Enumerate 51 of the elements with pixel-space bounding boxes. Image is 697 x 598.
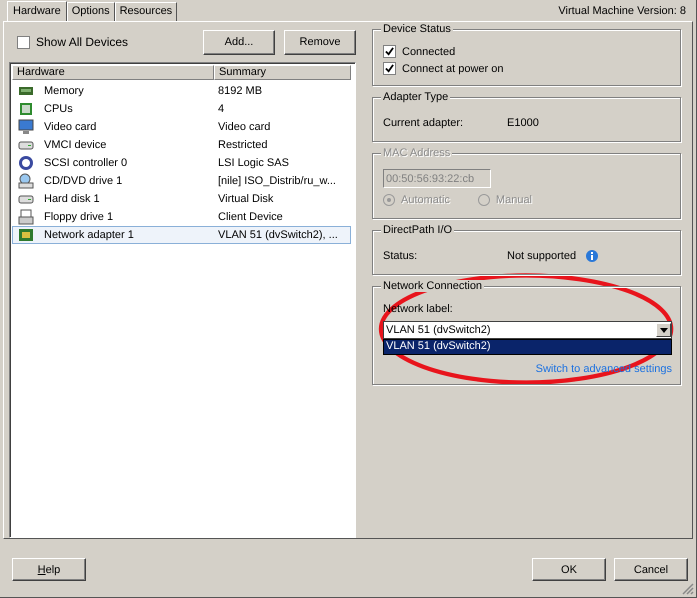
table-cell: SCSI controller 0 [44,157,128,169]
dialog-button[interactable]: OK [532,558,606,581]
table-cell-text: Virtual Disk [218,193,274,205]
network-card-icon [18,227,34,243]
table-cell-text: VLAN 51 (dvSwitch2), ... [218,229,339,241]
group-title: Adapter Type [381,91,450,103]
checkbox[interactable]: Connected [383,45,672,58]
tab[interactable]: Options [66,2,115,21]
field-value: E1000 [507,117,539,129]
checkbox[interactable]: Connect at power on [383,62,672,75]
table-cell: Video card [44,121,96,133]
cd-drive-icon [18,173,34,189]
table-cell-text: Video card [218,121,272,133]
table-cell: Network adapter 1 [44,229,134,241]
printer-icon [18,209,34,225]
group-title: Network Connection [381,280,484,292]
field-label: Status: [383,250,418,262]
dropdown-option[interactable]: VLAN 51 (dvSwitch2) [383,339,672,355]
group-title: Device Status [381,23,453,35]
group-title: MAC Address [381,147,452,159]
tab[interactable]: Hardware [7,1,67,22]
chip-icon [18,101,34,117]
table-cell-text: LSI Logic SAS [218,157,290,169]
monitor-icon [18,119,34,135]
checkbox[interactable]: Show All Devices [17,35,128,49]
field-value: Not supported [507,250,576,262]
table-cell-text: Restricted [218,139,269,151]
table-cell: Hard disk 1 [44,193,100,205]
table-cell: VMCI device [44,139,106,151]
table-cell: CPUs [44,103,73,115]
table-cell-text: 8192 MB [218,85,264,97]
help-button[interactable]: Help [12,558,86,581]
list-button[interactable]: Remove [284,30,356,54]
network-dropdown[interactable]: VLAN 51 (dvSwitch2) [383,321,672,339]
table-cell-text: [nile] ISO_Distrib/ru_w... [218,175,337,187]
version-label: Virtual Machine Version: 8 [558,5,686,19]
table-cell: Floppy drive 1 [44,211,114,223]
column-header[interactable]: Summary [214,65,351,80]
field-label: Current adapter: [383,117,464,129]
list-button[interactable]: Add... [203,30,275,54]
info-icon [586,250,598,262]
table-cell-text: 4 [218,103,226,115]
resize-grip-icon [682,583,694,595]
table-cell-text: Client Device [218,211,284,223]
dialog-button[interactable]: Cancel [614,558,688,581]
tab[interactable]: Resources [114,2,178,21]
table-cell: Memory [44,85,84,97]
table-cell: CD/DVD drive 1 [44,175,122,187]
column-header[interactable]: Hardware [12,65,214,80]
selected-row[interactable]: Network adapter 1 VLAN 51 (dvSwitch2), ... [12,226,351,244]
group-title: DirectPath I/O [381,224,454,236]
